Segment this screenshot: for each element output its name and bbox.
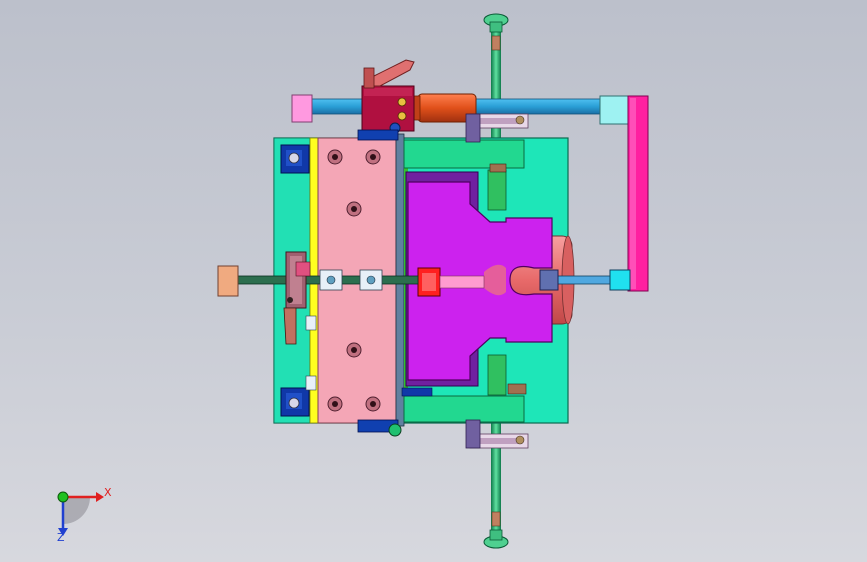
cyan-end-block [609,269,631,291]
pale-cyan-end-block [599,95,631,125]
top-rail-assembly [291,59,631,134]
y-axis-dot [57,491,69,503]
peach-end-block [217,265,239,297]
clamp-lever [369,59,415,87]
x-axis-label: X [104,486,112,499]
coordinate-triad: X Z [57,486,112,544]
center-rod-right [539,269,631,291]
x-axis-arrow [96,492,104,502]
z-axis-label: Z [57,531,65,544]
pink-end-block [291,94,313,123]
side-arm [627,95,649,292]
cad-viewport[interactable]: X Z [0,0,867,562]
